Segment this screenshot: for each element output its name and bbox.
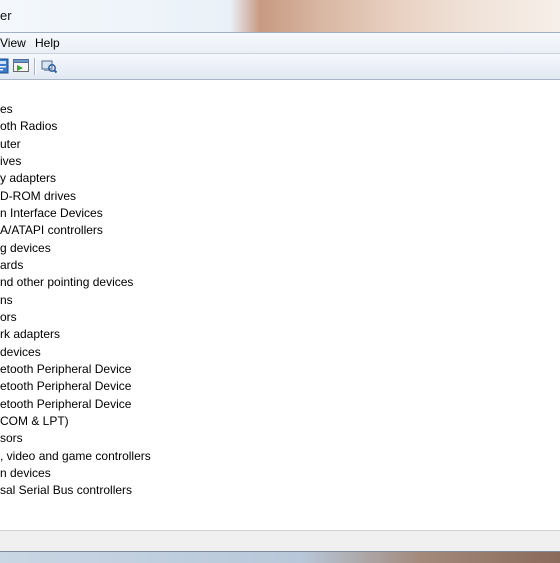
window-bottom-border xyxy=(0,551,560,563)
tree-item[interactable]: uter xyxy=(0,136,21,153)
tree-item[interactable]: g devices xyxy=(0,240,51,257)
properties-button[interactable] xyxy=(0,58,10,74)
tree-item[interactable]: ns xyxy=(0,292,13,309)
window-titlebar[interactable]: er xyxy=(0,0,560,33)
tree-item[interactable]: sors xyxy=(0,430,23,447)
status-bar xyxy=(0,530,560,551)
window-title: er xyxy=(0,8,12,23)
tree-item[interactable]: nd other pointing devices xyxy=(0,274,133,291)
tree-item[interactable]: ives xyxy=(0,153,21,170)
tree-item[interactable]: devices xyxy=(0,344,41,361)
toolbar-separator xyxy=(34,58,35,75)
toolbar xyxy=(0,54,560,80)
tree-item[interactable]: y adapters xyxy=(0,170,56,187)
tree-item[interactable]: A/ATAPI controllers xyxy=(0,222,103,239)
tree-item[interactable]: es xyxy=(0,101,13,118)
tree-item[interactable]: n Interface Devices xyxy=(0,205,103,222)
tree-item[interactable]: oth Radios xyxy=(0,118,57,135)
tree-item[interactable]: etooth Peripheral Device xyxy=(0,361,131,378)
tree-item[interactable]: rk adapters xyxy=(0,326,60,343)
menu-bar: View Help xyxy=(0,33,560,54)
tree-item[interactable]: D-ROM drives xyxy=(0,188,76,205)
properties-icon xyxy=(0,58,9,74)
device-tree[interactable]: es oth Radios uter ives y adapters D-ROM… xyxy=(0,80,560,530)
menu-view[interactable]: View xyxy=(0,36,26,50)
tree-item[interactable]: sal Serial Bus controllers xyxy=(0,482,132,499)
menu-help[interactable]: Help xyxy=(35,36,60,50)
tree-item[interactable]: etooth Peripheral Device xyxy=(0,378,131,395)
tree-item[interactable]: , video and game controllers xyxy=(0,448,151,465)
scan-hardware-button[interactable] xyxy=(41,58,58,74)
tree-item[interactable]: COM & LPT) xyxy=(0,413,69,430)
tree-item[interactable]: ors xyxy=(0,309,17,326)
update-driver-button[interactable] xyxy=(13,58,29,74)
tree-item[interactable]: ards xyxy=(0,257,23,274)
update-driver-icon xyxy=(13,59,29,72)
scan-hardware-icon xyxy=(41,60,58,74)
tree-item[interactable]: etooth Peripheral Device xyxy=(0,396,131,413)
tree-item[interactable]: n devices xyxy=(0,465,51,482)
